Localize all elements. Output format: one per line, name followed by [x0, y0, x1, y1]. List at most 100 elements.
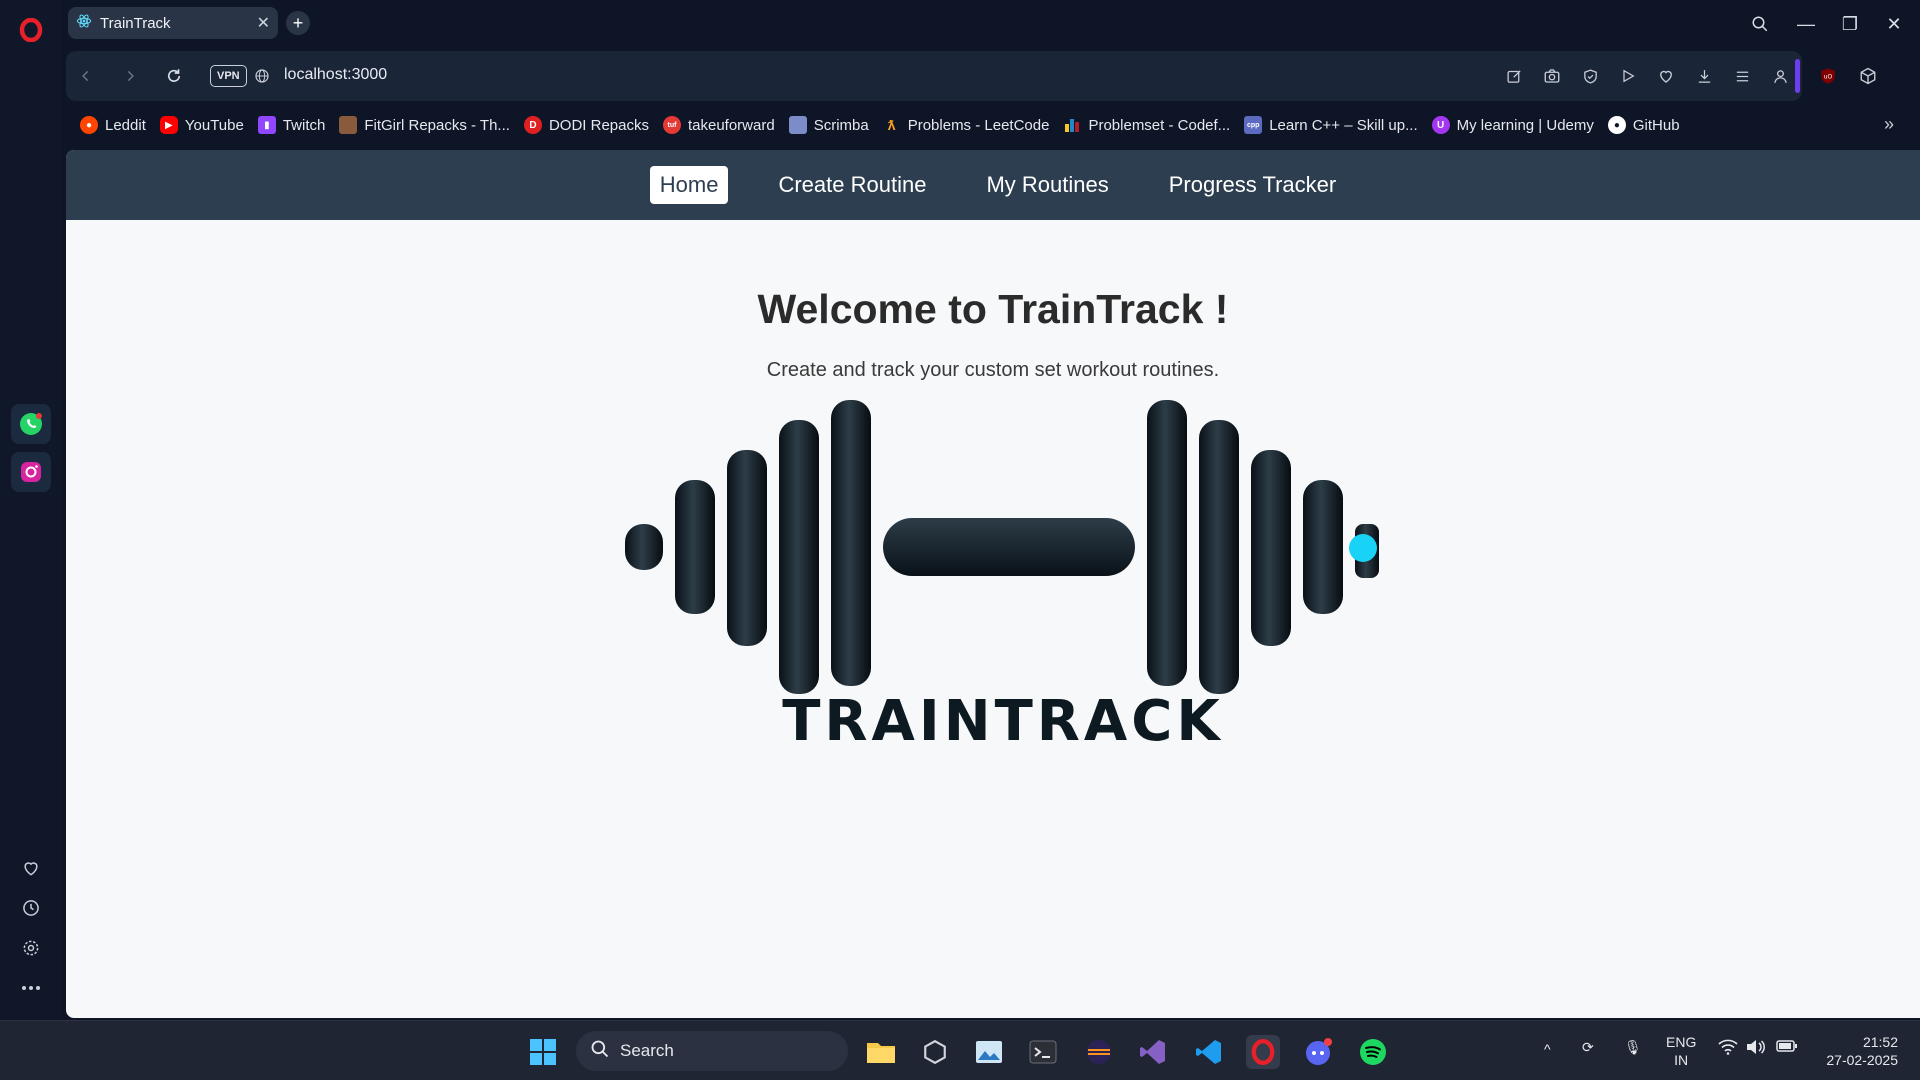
bookmark-scrimba[interactable]: Scrimba [788, 116, 869, 134]
bookmark-github[interactable]: ● GitHub [1607, 116, 1680, 134]
battery-icon[interactable] [1776, 1039, 1798, 1056]
vscode-icon[interactable] [1192, 1035, 1226, 1069]
heart-icon[interactable] [11, 848, 51, 888]
bookmark-label: Twitch [282, 116, 326, 134]
bookmarks-bar: ● Leddit ▶ YouTube ▮ Twitch FitGirl Repa… [66, 108, 1906, 142]
reddit-icon: ● [80, 116, 98, 134]
opera-taskbar-icon[interactable] [1246, 1035, 1280, 1069]
bookmark-fitgirl[interactable]: FitGirl Repacks - Th... [339, 116, 510, 134]
downloads-icon[interactable] [1692, 64, 1716, 88]
extensions-cube-icon[interactable] [1856, 64, 1880, 88]
bookmark-dodi[interactable]: D DODI Repacks [523, 116, 649, 134]
easy-setup-edit-icon[interactable] [1502, 64, 1526, 88]
spotify-icon[interactable] [1356, 1035, 1390, 1069]
browser-sidebar [0, 0, 62, 1020]
bookmark-label: YouTube [184, 116, 244, 134]
microphone-icon[interactable]: 🎙 [1624, 1039, 1642, 1056]
dumbbell-logo-icon: TRAINTRACK [625, 400, 1379, 754]
leetcode-icon: ƛ [887, 117, 896, 133]
whatsapp-icon[interactable] [11, 404, 51, 444]
wifi-icon[interactable] [1718, 1039, 1738, 1058]
traintrack-logo: TRAINTRACK [603, 400, 1383, 760]
clock[interactable]: 21:52 27-02-2025 [1818, 1033, 1898, 1069]
bookmark-label: FitGirl Repacks - Th... [364, 116, 510, 134]
nav-create-routine[interactable]: Create Routine [768, 166, 936, 204]
volume-icon[interactable] [1746, 1039, 1766, 1058]
nav-progress-tracker[interactable]: Progress Tracker [1159, 166, 1347, 204]
nav-home[interactable]: Home [649, 166, 729, 204]
camera-icon[interactable] [1540, 64, 1564, 88]
twitch-icon: ▮ [257, 116, 276, 134]
nav-my-routines[interactable]: My Routines [976, 166, 1118, 204]
file-explorer-icon[interactable] [864, 1035, 898, 1069]
bookmark-label: Problems - LeetCode [907, 116, 1050, 134]
language-indicator[interactable]: ENG IN [1666, 1033, 1696, 1069]
start-windows-icon[interactable] [526, 1035, 560, 1069]
taskbar-search-label: Search [620, 1041, 674, 1060]
search-tabs-icon[interactable] [1746, 10, 1774, 38]
github-icon: ● [1607, 116, 1626, 134]
scrimba-icon [788, 116, 807, 134]
more-options-icon[interactable] [11, 968, 51, 1008]
photos-icon[interactable] [972, 1035, 1006, 1069]
bookmark-label: DODI Repacks [548, 116, 649, 134]
eclipse-icon[interactable] [1082, 1035, 1116, 1069]
bookmark-codeforces[interactable]: Problemset - Codef... [1063, 116, 1230, 134]
close-window-button[interactable]: ✕ [1880, 10, 1908, 38]
page-viewport: Home Create Routine My Routines Progress… [66, 150, 1920, 1018]
new-tab-button[interactable]: + [286, 11, 310, 35]
sync-icon[interactable]: ⟳ [1582, 1039, 1594, 1056]
lang-top: ENG [1666, 1034, 1697, 1050]
forward-icon[interactable] [118, 64, 142, 88]
bookmark-label: Problemset - Codef... [1088, 116, 1231, 134]
tab-close-icon[interactable]: ✕ [257, 13, 270, 33]
bookmark-twitch[interactable]: ▮ Twitch [257, 116, 326, 134]
tab-strip: TrainTrack ✕ + — ❐ ✕ [62, 0, 1920, 48]
player-icon[interactable] [1616, 64, 1640, 88]
bookmark-takeuforward[interactable]: tuf takeuforward [662, 116, 775, 134]
vpn-badge[interactable]: VPN [210, 65, 247, 87]
logo-wordmark: TRAINTRACK [782, 689, 1224, 754]
bookmark-label: Leddit [105, 116, 146, 134]
bookmark-learncpp[interactable]: cpp Learn C++ – Skill up... [1244, 116, 1418, 134]
terminal-icon[interactable] [1026, 1035, 1060, 1069]
bookmark-udemy[interactable]: U My learning | Udemy [1431, 116, 1594, 134]
app-navbar: Home Create Routine My Routines Progress… [66, 150, 1920, 220]
tab-traintrack[interactable]: TrainTrack ✕ [68, 7, 278, 39]
bookmark-label: Learn C++ – Skill up... [1269, 116, 1418, 134]
minimize-button[interactable]: — [1792, 10, 1820, 38]
udemy-icon: U [1431, 116, 1450, 134]
bookmark-youtube[interactable]: ▶ YouTube [159, 116, 244, 134]
bookmarks-overflow-icon[interactable]: » [1884, 114, 1894, 135]
discord-icon[interactable] [1302, 1035, 1336, 1069]
shield-icon[interactable] [1578, 64, 1602, 88]
reload-icon[interactable] [162, 64, 186, 88]
easy-setup-icon[interactable] [1730, 64, 1754, 88]
clock-time: 21:52 [1862, 1034, 1898, 1050]
bookmark-leddit[interactable]: ● Leddit [80, 116, 146, 134]
back-icon[interactable] [74, 64, 98, 88]
tray-overflow-icon[interactable]: ^ [1544, 1041, 1551, 1057]
cpp-icon: cpp [1244, 116, 1263, 134]
tuf-icon: tuf [662, 116, 681, 134]
restore-button[interactable]: ❐ [1836, 10, 1864, 38]
instagram-icon[interactable] [11, 452, 51, 492]
opera-logo-icon[interactable] [11, 10, 51, 50]
url-text[interactable]: localhost:3000 [284, 66, 387, 84]
taskbar-search[interactable]: Search [576, 1031, 848, 1071]
svg-text:uO: uO [1824, 73, 1833, 80]
unity-hub-icon[interactable] [918, 1035, 952, 1069]
page-subtitle: Create and track your custom set workout… [766, 359, 1220, 381]
visual-studio-icon[interactable] [1136, 1035, 1170, 1069]
hero-section: Welcome to TrainTrack ! Create and track… [66, 220, 1920, 760]
ublock-extension-icon[interactable]: uO [1816, 64, 1840, 88]
bookmark-label: My learning | Udemy [1456, 116, 1594, 134]
settings-icon[interactable] [11, 928, 51, 968]
bookmark-leetcode[interactable]: ƛ Problems - LeetCode [883, 116, 1050, 134]
address-toolbar: VPN localhost:3000 uO [66, 51, 1876, 101]
history-icon[interactable] [11, 888, 51, 928]
profile-icon[interactable] [1768, 64, 1792, 88]
my-flow-heart-icon[interactable] [1654, 64, 1678, 88]
sidebar-accent-bar [1795, 59, 1800, 93]
bookmark-label: Scrimba [813, 116, 869, 134]
